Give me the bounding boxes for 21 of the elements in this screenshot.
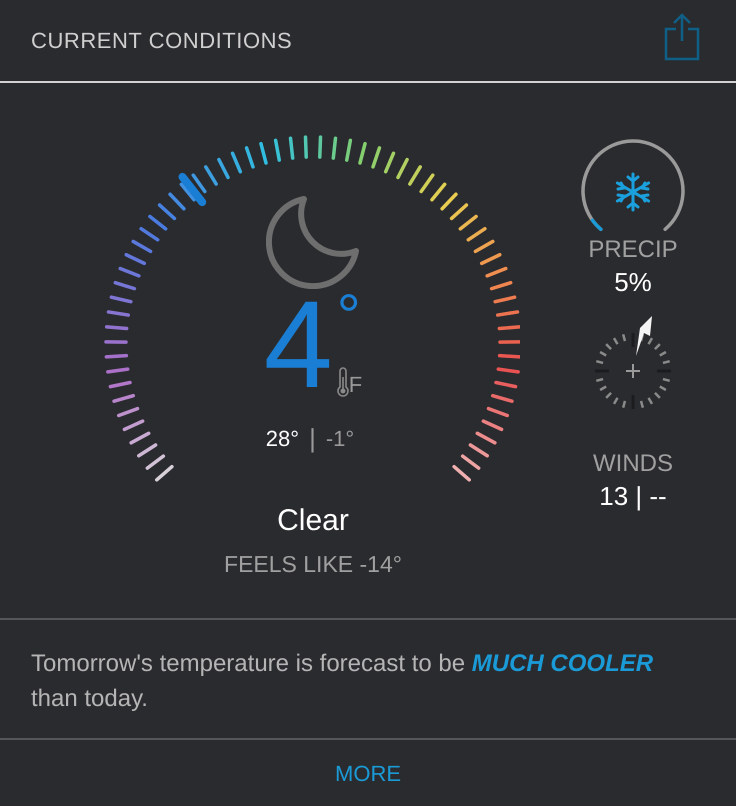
thermometer-icon [336,367,349,397]
precip-label: PRECIP [588,235,678,265]
share-icon[interactable] [664,12,700,60]
forecast-text: Tomorrow's temperature is forecast to be MUCH COOLER than today. [31,649,654,714]
snowflake-icon [616,172,650,212]
condition-text: Clear [277,503,349,539]
winds-label: WINDS [593,449,673,479]
low-temperature: -1° [326,425,354,453]
feels-like-text: FEELS LIKE -14° [224,550,402,579]
winds-value: 13 | -- [599,480,667,512]
separator: | [309,422,316,455]
precip-fill [590,218,603,232]
moon-icon [266,195,360,289]
high-temperature: 28° [266,425,300,453]
degree-sign: ° [336,293,362,339]
precip-value: 5% [614,266,652,298]
temperature-unit: F [348,373,362,397]
more-button[interactable]: MORE [327,756,409,790]
section-title: CURRENT CONDITIONS [31,27,292,55]
temperature-value: 4 [264,293,333,397]
temperature-marker [178,172,206,206]
